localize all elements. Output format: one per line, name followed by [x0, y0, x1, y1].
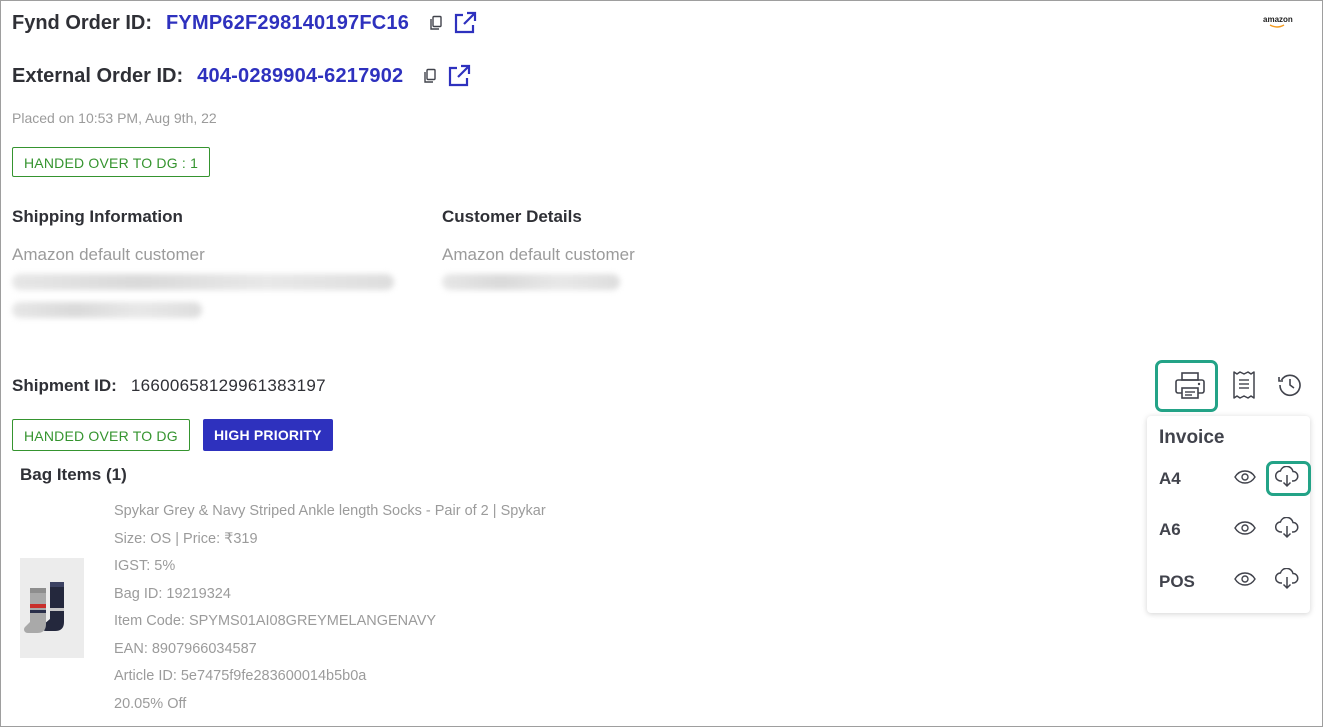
shipment-status-badge: HANDED OVER TO DG: [12, 419, 190, 451]
invoice-dropdown: Invoice A4 A6 POS: [1147, 416, 1311, 613]
eye-icon[interactable]: [1234, 572, 1256, 591]
shipping-customer-name: Amazon default customer: [12, 245, 205, 264]
product-ean: EAN: 8907966034587: [114, 641, 257, 657]
cloud-download-icon[interactable]: [1274, 465, 1299, 493]
product-article-id: Article ID: 5e7475f9fe283600014b5b0a: [114, 668, 367, 684]
shipping-info-title: Shipping Information: [12, 207, 183, 226]
shipment-row: Shipment ID: 16600658129961383197: [12, 375, 326, 397]
shipping-address-redacted: [12, 274, 394, 290]
product-size-price: Size: OS | Price: ₹319: [114, 531, 258, 547]
receipt-icon[interactable]: [1231, 370, 1257, 400]
cloud-download-icon[interactable]: [1274, 567, 1299, 595]
fynd-order-id[interactable]: FYMP62F298140197FC16: [166, 12, 409, 35]
customer-name: Amazon default customer: [442, 245, 635, 264]
eye-icon[interactable]: [1234, 470, 1256, 489]
customer-details-title: Customer Details: [442, 207, 582, 226]
product-name: Spykar Grey & Navy Striped Ankle length …: [114, 503, 546, 519]
order-details-panel: Fynd Order ID: FYMP62F298140197FC16 amaz…: [0, 0, 1323, 727]
fynd-order-label: Fynd Order ID:: [12, 11, 153, 34]
external-order-row: External Order ID: 404-0289904-6217902: [12, 63, 471, 89]
external-link-icon[interactable]: [447, 64, 471, 88]
history-icon[interactable]: [1277, 372, 1303, 398]
shipment-id-label: Shipment ID:: [12, 376, 117, 395]
copy-icon[interactable]: [429, 15, 443, 31]
product-image: [20, 558, 84, 658]
product-discount: 20.05% Off: [114, 696, 187, 712]
product-igst: IGST: 5%: [114, 558, 176, 574]
channel-logo: amazon: [1263, 15, 1293, 24]
copy-icon[interactable]: [423, 68, 437, 84]
invoice-title: Invoice: [1159, 427, 1225, 448]
priority-badge: HIGH PRIORITY: [203, 419, 333, 451]
customer-email-redacted: [442, 274, 620, 290]
external-order-label: External Order ID:: [12, 64, 184, 87]
order-status-badge: HANDED OVER TO DG : 1: [12, 147, 211, 177]
product-bag-id: Bag ID: 19219324: [114, 586, 231, 602]
product-item-code: Item Code: SPYMS01AI08GREYMELANGENAVY: [114, 613, 437, 629]
bag-items-title: Bag Items (1): [20, 465, 127, 484]
invoice-option-a4[interactable]: A4: [1159, 469, 1181, 489]
printer-icon[interactable]: [1174, 371, 1206, 401]
shipping-address-redacted: [12, 302, 202, 318]
invoice-option-a6[interactable]: A6: [1159, 520, 1181, 540]
shipment-id: 16600658129961383197: [130, 376, 326, 395]
eye-icon[interactable]: [1234, 521, 1256, 540]
amazon-smile-icon: [1269, 24, 1285, 28]
placed-on-date: Placed on 10:53 PM, Aug 9th, 22: [12, 110, 217, 126]
external-order-id[interactable]: 404-0289904-6217902: [197, 65, 403, 88]
invoice-option-pos[interactable]: POS: [1159, 572, 1195, 592]
fynd-order-row: Fynd Order ID: FYMP62F298140197FC16: [12, 10, 477, 36]
external-link-icon[interactable]: [453, 11, 477, 35]
cloud-download-icon[interactable]: [1274, 516, 1299, 544]
